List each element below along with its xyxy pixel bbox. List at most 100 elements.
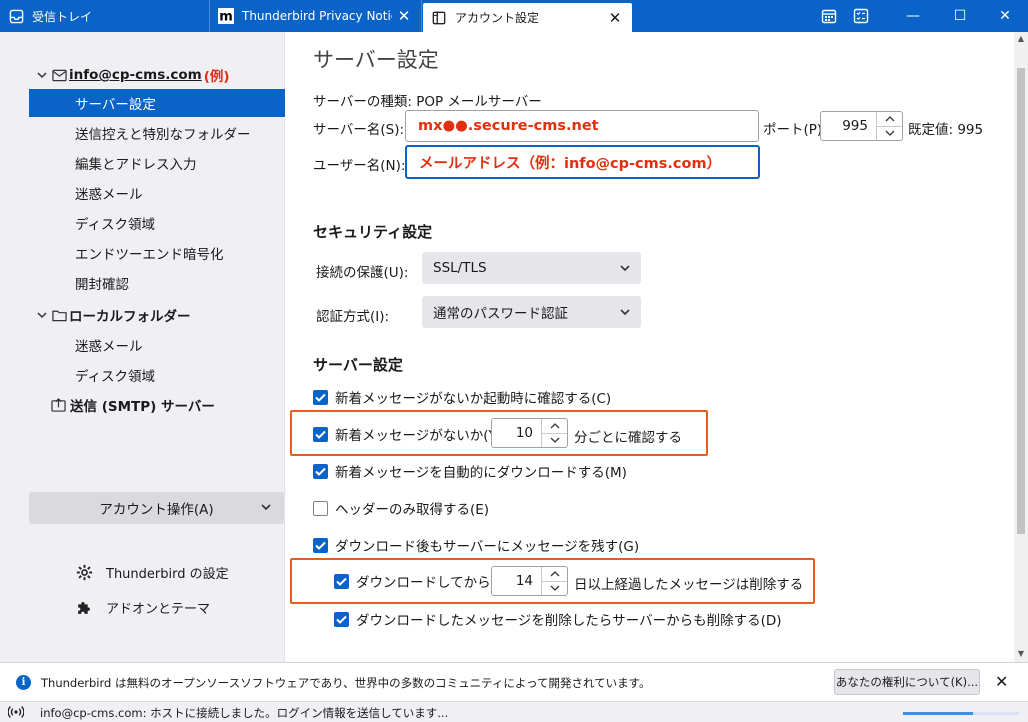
check-at-startup-label: 新着メッセージがないか起動時に確認する(C) xyxy=(335,391,612,407)
connection-status-icon xyxy=(8,706,24,718)
auth-method-select[interactable]: 通常のパスワード認証 xyxy=(422,296,641,328)
settings-link-label: Thunderbird の設定 xyxy=(106,566,229,582)
sidebar-item-disk-space[interactable]: ディスク領域 xyxy=(29,209,285,237)
headers-only-checkbox[interactable] xyxy=(313,500,328,516)
chevron-up-icon[interactable] xyxy=(542,419,567,433)
close-window-button[interactable]: ✕ xyxy=(982,0,1028,32)
check-every-label: 新着メッセージがないか(Y) xyxy=(335,428,503,444)
sidebar-item-server-settings[interactable]: サーバー設定 xyxy=(29,89,285,117)
security-heading: セキュリティ設定 xyxy=(313,223,433,241)
sidebar-item-local-junk[interactable]: 迷惑メール xyxy=(29,331,285,359)
settings-page-icon xyxy=(431,10,447,26)
delete-after-checkbox[interactable] xyxy=(334,573,349,589)
tab-label: Thunderbird Privacy Notice xyxy=(242,9,392,23)
server-name-input[interactable]: mx●●.secure-cms.net xyxy=(405,110,759,142)
leave-on-server-checkbox[interactable] xyxy=(313,537,328,553)
puzzle-piece-icon xyxy=(75,598,93,616)
scrollbar-thumb[interactable] xyxy=(1017,68,1025,534)
auth-method-label: 認証方式(I): xyxy=(316,309,390,325)
tab-label: 受信トレイ xyxy=(32,9,93,24)
chevron-down-icon[interactable] xyxy=(542,580,567,596)
tab-inbox[interactable]: 受信トレイ xyxy=(0,0,210,32)
account-tree-header[interactable]: info@cp-cms.com (例) xyxy=(36,63,230,87)
vertical-scrollbar[interactable]: ▲ ▼ xyxy=(1014,32,1028,662)
sidebar-item-junk[interactable]: 迷惑メール xyxy=(29,179,285,207)
scroll-up-icon[interactable]: ▲ xyxy=(1016,34,1026,44)
chevron-up-icon[interactable] xyxy=(542,567,567,581)
delete-days-stepper[interactable]: 14 xyxy=(491,566,568,596)
notification-text: Thunderbird は無料のオープンソースソフトウェアであり、世界中の多数の… xyxy=(41,676,651,690)
addons-themes-link[interactable]: アドオンとテーマ xyxy=(75,595,210,619)
addons-link-label: アドオンとテーマ xyxy=(106,601,211,617)
delete-when-deleted-checkbox[interactable] xyxy=(334,611,349,627)
scroll-down-icon[interactable]: ▼ xyxy=(1016,649,1026,659)
status-text: info@cp-cms.com: ホストに接続しました。ログイン情報を送信してい… xyxy=(40,706,449,720)
chevron-up-icon[interactable] xyxy=(877,112,902,126)
check-every-suffix: 分ごとに確認する xyxy=(574,430,682,446)
page-title: サーバー設定 xyxy=(313,48,439,72)
sidebar-item-return-receipts[interactable]: 開封確認 xyxy=(29,269,285,297)
leave-on-server-option[interactable]: ダウンロード後もサーバーにメッセージを残す(G) xyxy=(313,534,639,556)
thunderbird-settings-link[interactable]: Thunderbird の設定 xyxy=(75,560,229,584)
title-bar: 受信トレイ m Thunderbird Privacy Notice ✕ アカウ… xyxy=(0,0,1028,32)
sidebar-item-e2e-encryption[interactable]: エンドツーエンド暗号化 xyxy=(29,239,285,267)
check-every-checkbox[interactable] xyxy=(313,426,328,442)
port-value: 995 xyxy=(842,118,868,134)
account-actions-button[interactable]: アカウント操作(A) xyxy=(29,492,284,524)
delete-after-suffix: 日以上経過したメッセージは削除する xyxy=(574,577,804,593)
status-bar: info@cp-cms.com: ホストに接続しました。ログイン情報を送信してい… xyxy=(0,701,1028,722)
auto-download-option[interactable]: 新着メッセージを自動的にダウンロードする(M) xyxy=(313,460,627,482)
tab-label: アカウント設定 xyxy=(455,11,540,25)
check-every-option[interactable]: 新着メッセージがないか(Y) xyxy=(313,423,502,445)
chevron-down-icon xyxy=(261,504,271,511)
know-your-rights-button[interactable]: あなたの権利について(K)... xyxy=(834,669,980,695)
delete-when-deleted-option[interactable]: ダウンロードしたメッセージを削除したらサーバーからも削除する(D) xyxy=(334,608,782,630)
mail-account-icon xyxy=(52,69,67,81)
local-folders-header[interactable]: ローカルフォルダー xyxy=(36,303,191,327)
check-at-startup-checkbox[interactable] xyxy=(313,389,328,405)
chevron-down-icon[interactable] xyxy=(542,432,567,448)
svg-text:m: m xyxy=(219,10,233,25)
server-settings-pane: サーバー設定 サーバーの種類: POP メールサーバー サーバー名(S): mx… xyxy=(286,32,1014,662)
check-at-startup-option[interactable]: 新着メッセージがないか起動時に確認する(C) xyxy=(313,386,611,408)
connection-security-label: 接続の保護(U): xyxy=(316,265,409,281)
folder-icon xyxy=(52,310,67,321)
username-input[interactable]: メールアドレス（例：info@cp-cms.com） xyxy=(405,145,760,179)
connection-security-value: SSL/TLS xyxy=(433,260,487,276)
check-interval-stepper[interactable]: 10 xyxy=(491,418,568,448)
smtp-server-item[interactable]: 送信 (SMTP) サーバー xyxy=(51,393,215,417)
chevron-down-icon xyxy=(620,309,630,316)
tab-account-settings[interactable]: アカウント設定 ✕ xyxy=(423,3,632,32)
tasks-icon[interactable] xyxy=(838,0,884,32)
auth-method-value: 通常のパスワード認証 xyxy=(433,306,568,322)
close-tab-icon[interactable]: ✕ xyxy=(606,9,624,27)
delete-days-value: 14 xyxy=(515,573,533,589)
auto-download-label: 新着メッセージを自動的にダウンロードする(M) xyxy=(335,465,627,481)
port-stepper[interactable]: 995 xyxy=(820,111,903,141)
close-notification-icon[interactable]: ✕ xyxy=(995,672,1008,691)
delete-after-option[interactable]: ダウンロードしてから(O) xyxy=(334,570,512,592)
minimize-button[interactable]: — xyxy=(890,0,936,32)
connection-security-select[interactable]: SSL/TLS xyxy=(422,252,641,284)
inbox-icon xyxy=(8,8,24,24)
headers-only-option[interactable]: ヘッダーのみ取得する(E) xyxy=(313,497,489,519)
outbox-icon xyxy=(51,398,66,412)
maximize-button[interactable]: ☐ xyxy=(937,0,983,32)
check-interval-value: 10 xyxy=(515,425,533,441)
auto-download-checkbox[interactable] xyxy=(313,463,328,479)
progress-bar xyxy=(903,712,1019,715)
info-icon: i xyxy=(16,675,31,690)
sidebar-item-composition[interactable]: 編集とアドレス入力 xyxy=(29,149,285,177)
port-label: ポート(P): xyxy=(763,122,827,138)
chevron-down-icon xyxy=(620,265,630,272)
local-folders-label: ローカルフォルダー xyxy=(69,309,191,325)
sidebar-item-copies-folders[interactable]: 送信控えと特別なフォルダー xyxy=(29,119,285,147)
close-tab-icon[interactable]: ✕ xyxy=(395,7,413,25)
sidebar-item-local-disk-space[interactable]: ディスク領域 xyxy=(29,361,285,389)
server-name-label: サーバー名(S): xyxy=(313,122,405,138)
headers-only-label: ヘッダーのみ取得する(E) xyxy=(335,502,490,518)
chevron-down-icon[interactable] xyxy=(877,125,902,141)
chevron-down-icon[interactable] xyxy=(36,69,48,81)
tab-privacy-notice[interactable]: m Thunderbird Privacy Notice ✕ xyxy=(210,0,422,32)
chevron-down-icon[interactable] xyxy=(36,309,48,321)
